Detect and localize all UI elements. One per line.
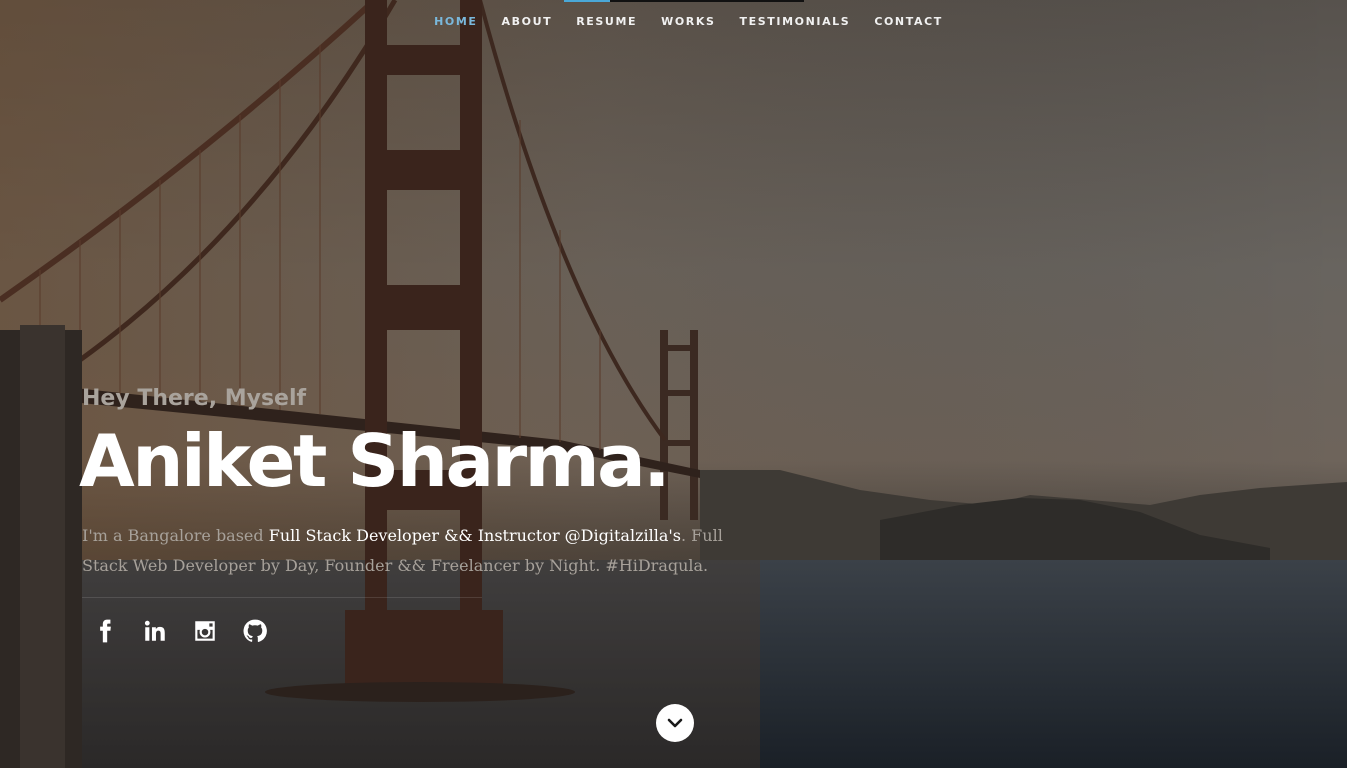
nav-item-testimonials[interactable]: TESTIMONIALS xyxy=(728,15,863,28)
facebook-link[interactable] xyxy=(92,618,118,644)
nav-item-contact[interactable]: CONTACT xyxy=(862,15,955,28)
instagram-icon xyxy=(195,621,215,641)
social-links xyxy=(92,618,732,644)
greeting-text: Hey There, Myself xyxy=(82,386,307,411)
nav-item-home[interactable]: HOME xyxy=(422,15,489,28)
github-link[interactable] xyxy=(242,618,268,644)
linkedin-icon xyxy=(144,620,165,641)
nav-item-works[interactable]: WORKS xyxy=(649,15,727,28)
nav-active-indicator xyxy=(564,0,610,2)
nav-menu: HOME ABOUT RESUME WORKS TESTIMONIALS CON… xyxy=(422,15,955,28)
hero-name-heading: Aniket Sharma. xyxy=(79,419,671,503)
facebook-icon xyxy=(100,619,111,643)
instagram-link[interactable] xyxy=(192,618,218,644)
nav-item-resume[interactable]: RESUME xyxy=(564,15,649,28)
bio-highlight-text: Full Stack Developer && Instructor @Digi… xyxy=(268,526,681,545)
nav-indicator-bar xyxy=(564,0,804,2)
hero-section: HOME ABOUT RESUME WORKS TESTIMONIALS CON… xyxy=(0,0,1347,768)
linkedin-link[interactable] xyxy=(142,618,168,644)
chevron-down-icon xyxy=(667,718,683,728)
nav-item-about[interactable]: ABOUT xyxy=(490,15,565,28)
bio-prefix-text: I'm a Bangalore based xyxy=(82,526,269,545)
bridge-background-image xyxy=(0,0,1347,768)
main-navigation: HOME ABOUT RESUME WORKS TESTIMONIALS CON… xyxy=(0,0,1347,42)
intro-divider xyxy=(82,597,482,598)
scroll-down-button[interactable] xyxy=(656,704,694,742)
github-icon xyxy=(243,619,267,642)
intro-block: Hey There, Myself Aniket Sharma. I'm a B… xyxy=(79,386,732,644)
bio-paragraph: I'm a Bangalore based Full Stack Develop… xyxy=(82,521,732,581)
